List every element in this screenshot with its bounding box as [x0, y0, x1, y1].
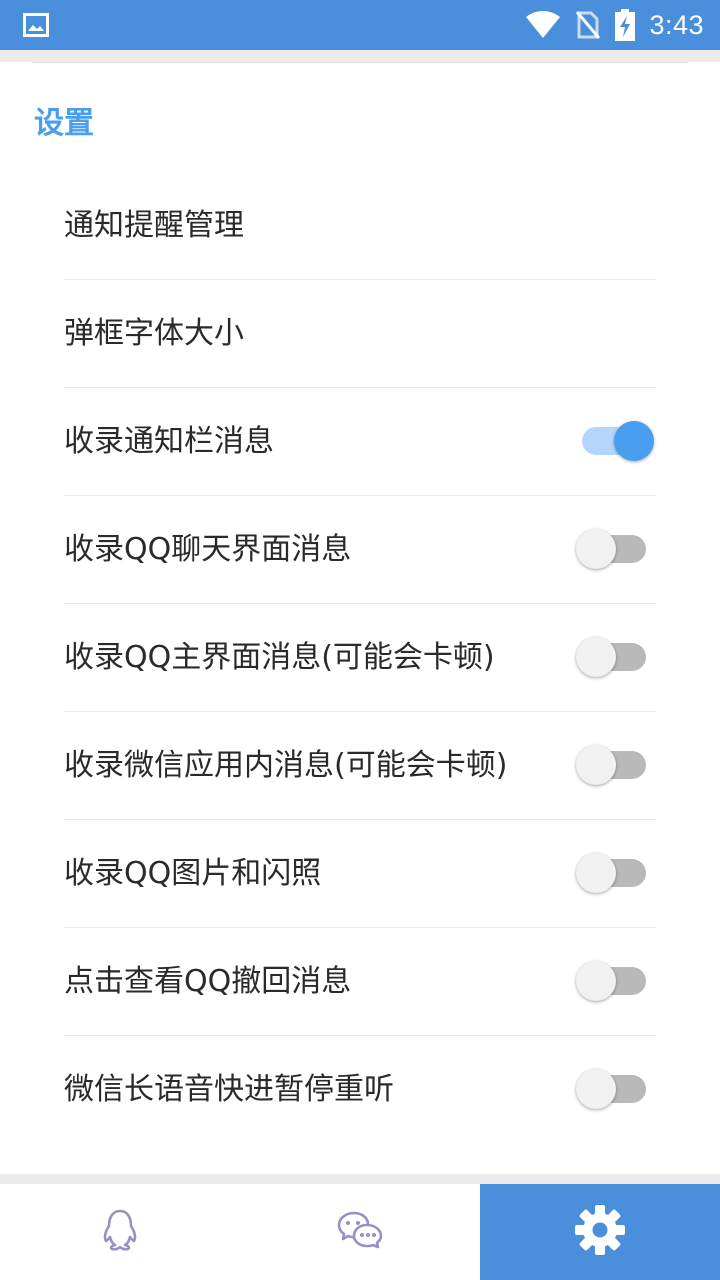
- no-sim-icon: [575, 10, 601, 40]
- tab-qq[interactable]: [0, 1184, 240, 1280]
- qq-penguin-icon: [100, 1208, 140, 1256]
- switch-thumb: [576, 529, 616, 569]
- switch-thumb: [576, 637, 616, 677]
- setting-capture-qq-images[interactable]: 收录QQ图片和闪照: [64, 820, 656, 928]
- setting-label: 弹框字体大小: [64, 316, 244, 351]
- switch-thumb: [614, 421, 654, 461]
- setting-view-qq-recalled[interactable]: 点击查看QQ撤回消息: [64, 928, 656, 1036]
- setting-notification-management[interactable]: 通知提醒管理: [64, 172, 656, 280]
- setting-label: 点击查看QQ撤回消息: [64, 964, 352, 999]
- section-title: 设置: [34, 106, 94, 141]
- setting-label: 收录QQ聊天界面消息: [64, 532, 352, 567]
- status-bar: 3:43: [0, 0, 720, 50]
- wifi-icon: [525, 11, 561, 39]
- tab-wechat[interactable]: [240, 1184, 480, 1280]
- settings-page: 设置 通知提醒管理 弹框字体大小 收录通知栏消息 收录QQ聊天界面消息 收录QQ…: [0, 62, 720, 1174]
- wechat-icon: [337, 1210, 383, 1254]
- switch-thumb: [576, 745, 616, 785]
- toggle-switch-on[interactable]: [580, 388, 654, 495]
- setting-label: 收录QQ图片和闪照: [64, 856, 322, 891]
- setting-capture-qq-chat[interactable]: 收录QQ聊天界面消息: [64, 496, 656, 604]
- toggle-switch-off[interactable]: [576, 928, 648, 1035]
- switch-thumb: [576, 853, 616, 893]
- switch-thumb: [576, 1069, 616, 1109]
- settings-list: 通知提醒管理 弹框字体大小 收录通知栏消息 收录QQ聊天界面消息 收录QQ主界面…: [64, 172, 656, 1143]
- setting-label: 微信长语音快进暂停重听: [64, 1072, 394, 1107]
- setting-capture-wechat-inapp[interactable]: 收录微信应用内消息(可能会卡顿): [64, 712, 656, 820]
- setting-capture-notification-bar[interactable]: 收录通知栏消息: [64, 388, 656, 496]
- battery-charging-icon: [615, 9, 636, 41]
- toggle-switch-off[interactable]: [576, 604, 648, 711]
- setting-popup-font-size[interactable]: 弹框字体大小: [64, 280, 656, 388]
- divider: [32, 62, 688, 63]
- setting-capture-qq-main[interactable]: 收录QQ主界面消息(可能会卡顿): [64, 604, 656, 712]
- switch-thumb: [576, 961, 616, 1001]
- toggle-switch-off[interactable]: [576, 1036, 648, 1143]
- toggle-switch-off[interactable]: [576, 496, 648, 603]
- setting-label: 收录通知栏消息: [64, 424, 274, 459]
- setting-label: 收录微信应用内消息(可能会卡顿): [64, 748, 508, 783]
- gear-icon: [573, 1203, 627, 1261]
- toggle-switch-off[interactable]: [576, 712, 648, 819]
- setting-wechat-voice-controls[interactable]: 微信长语音快进暂停重听: [64, 1036, 656, 1143]
- setting-label: 收录QQ主界面消息(可能会卡顿): [64, 640, 495, 675]
- image-icon: [23, 13, 49, 41]
- setting-label: 通知提醒管理: [64, 208, 244, 243]
- tab-settings[interactable]: [480, 1184, 720, 1280]
- bottom-nav: [0, 1184, 720, 1280]
- toggle-switch-off[interactable]: [576, 820, 648, 927]
- status-time: 3:43: [649, 9, 704, 40]
